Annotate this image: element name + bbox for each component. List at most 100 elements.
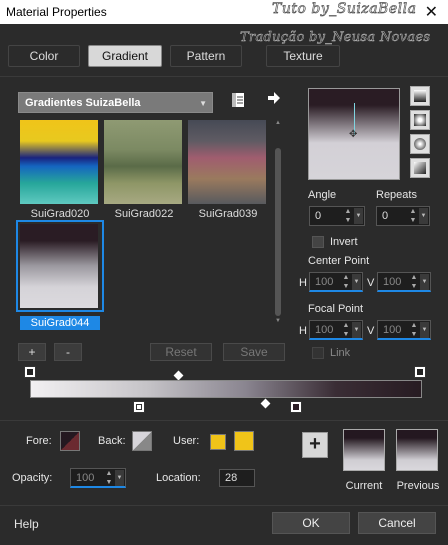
help-link[interactable]: Help <box>14 517 39 531</box>
chevron-down-icon[interactable]: ▼ <box>420 322 429 338</box>
radial-style-icon[interactable] <box>410 158 430 178</box>
stop-marker <box>136 404 142 410</box>
tab-divider <box>0 76 448 77</box>
opacity-spinner[interactable]: 100 ▲ ▼ ▼ <box>70 468 126 488</box>
fore-color-swatch[interactable] <box>60 431 80 451</box>
opacity-label: Opacity: <box>12 472 53 484</box>
chevron-down-icon: ▼ <box>199 99 207 108</box>
opacity-value: 100 <box>76 472 95 484</box>
spin-arrows-icon[interactable]: ▲ ▼ <box>410 321 418 339</box>
swatch-scroll-thumb[interactable] <box>275 148 281 316</box>
focal-point-label: Focal Point <box>308 303 364 315</box>
chevron-down-icon[interactable]: ▼ <box>115 470 124 486</box>
window-title: Material Properties <box>6 5 107 19</box>
link-label: Link <box>330 347 351 359</box>
gradient-thumbnail <box>188 120 266 204</box>
gradient-library-dropdown[interactable]: Gradientes SuizaBella ▼ <box>18 92 213 113</box>
stop-marker <box>27 369 33 375</box>
swatch-suigrad020[interactable]: SuiGrad020 <box>20 120 100 220</box>
chevron-down-icon[interactable]: ▼ <box>419 208 428 224</box>
center-h-spinner[interactable]: 100 ▲ ▼ ▼ <box>309 272 363 292</box>
previous-label: Previous <box>396 480 440 492</box>
previous-gradient-swatch[interactable] <box>396 429 438 471</box>
gradient-preview[interactable]: ✥ <box>308 88 400 180</box>
spin-arrows-icon[interactable]: ▲ ▼ <box>342 321 350 339</box>
center-v-label: V <box>367 277 375 289</box>
gradient-library-label: Gradientes SuizaBella <box>25 97 141 109</box>
gradient-thumbnail <box>20 224 98 308</box>
rectangular-style-icon[interactable] <box>410 110 430 130</box>
fore-label: Fore: <box>26 435 52 447</box>
spin-arrows-icon[interactable]: ▲ ▼ <box>410 273 418 291</box>
focal-v-spinner[interactable]: 100 ▲ ▼ ▼ <box>377 320 431 340</box>
swatch-label: SuiGrad039 <box>198 208 258 220</box>
invert-checkbox[interactable] <box>312 236 324 248</box>
library-menu-icon[interactable] <box>229 92 247 112</box>
gradient-thumbnail <box>104 120 182 204</box>
user-color-swatch[interactable] <box>234 431 254 451</box>
add-to-swatches-button[interactable]: + <box>302 432 328 458</box>
spin-arrows-icon[interactable]: ▲ ▼ <box>342 273 350 291</box>
add-swatch-button[interactable]: + <box>18 343 46 361</box>
close-button[interactable]: ✕ <box>425 2 438 22</box>
spin-arrows-icon[interactable]: ▲ ▼ <box>409 207 417 225</box>
repeats-spinner[interactable]: 0 ▲ ▼ ▼ <box>376 206 430 226</box>
sunburst-style-icon[interactable] <box>410 134 430 154</box>
center-h-label: H <box>299 277 307 289</box>
title-bar: Material Properties Tuto by_SuizaBella ✕ <box>0 0 448 24</box>
tab-color[interactable]: Color <box>8 45 80 67</box>
repeats-label: Repeats <box>376 189 417 201</box>
arrow-right-icon[interactable] <box>265 90 283 110</box>
location-input[interactable]: 28 <box>219 469 255 487</box>
angle-label: Angle <box>308 189 337 201</box>
save-button[interactable]: Save <box>223 343 285 361</box>
tab-texture[interactable]: Texture <box>266 45 340 67</box>
chevron-down-icon[interactable]: ▼ <box>354 208 363 224</box>
color-stop-left[interactable] <box>133 401 145 413</box>
swatch-suigrad044[interactable]: SuiGrad044 <box>16 220 104 330</box>
opacity-midpoint[interactable] <box>173 370 184 381</box>
user-label: User: <box>173 435 200 447</box>
chevron-down-icon[interactable]: ▼ <box>352 322 361 338</box>
location-label: Location: <box>156 472 201 484</box>
scroll-up-icon[interactable]: ▲ <box>274 120 282 126</box>
link-checkbox[interactable] <box>312 347 324 359</box>
reset-button[interactable]: Reset <box>150 343 212 361</box>
chevron-down-icon[interactable]: ▼ <box>420 274 429 290</box>
angle-spinner[interactable]: 0 ▲ ▼ ▼ <box>309 206 365 226</box>
swatch-label: SuiGrad020 <box>30 208 90 220</box>
spin-arrows-icon[interactable]: ▲ ▼ <box>344 207 352 225</box>
spin-arrows-icon[interactable]: ▲ ▼ <box>105 469 113 487</box>
color-stop-right[interactable] <box>290 401 302 413</box>
invert-label: Invert <box>330 236 358 248</box>
gradient-editor-bar[interactable] <box>30 380 422 398</box>
cancel-button[interactable]: Cancel <box>358 512 436 534</box>
center-h-value: 100 <box>315 276 334 288</box>
gradient-swatch-grid: SuiGrad020 SuiGrad022 SuiGrad039 SuiGrad… <box>16 120 272 330</box>
watermark-translation: Tradução by_Neusa Novaes <box>240 30 431 46</box>
tab-pattern[interactable]: Pattern <box>170 45 242 67</box>
angle-value: 0 <box>315 210 322 222</box>
ok-button[interactable]: OK <box>272 512 350 534</box>
opacity-stop-left[interactable] <box>24 366 36 378</box>
gradient-thumbnail <box>20 120 98 204</box>
remove-swatch-button[interactable]: - <box>54 343 82 361</box>
back-label: Back: <box>98 435 126 447</box>
back-color-swatch[interactable] <box>132 431 152 451</box>
focal-h-spinner[interactable]: 100 ▲ ▼ ▼ <box>309 320 363 340</box>
focal-h-label: H <box>299 325 307 337</box>
center-v-value: 100 <box>383 276 402 288</box>
chevron-down-icon[interactable]: ▼ <box>352 274 361 290</box>
scroll-down-icon[interactable]: ▼ <box>274 318 282 324</box>
section-divider <box>0 420 448 421</box>
user-color-small[interactable] <box>210 434 226 450</box>
tab-gradient[interactable]: Gradient <box>88 45 162 67</box>
color-midpoint[interactable] <box>260 398 271 409</box>
opacity-stop-right[interactable] <box>414 366 426 378</box>
swatch-suigrad039[interactable]: SuiGrad039 <box>188 120 268 220</box>
center-v-spinner[interactable]: 100 ▲ ▼ ▼ <box>377 272 431 292</box>
linear-style-icon[interactable] <box>410 86 430 106</box>
angle-knob-icon[interactable]: ✥ <box>349 129 357 140</box>
swatch-suigrad022[interactable]: SuiGrad022 <box>104 120 184 220</box>
current-gradient-swatch[interactable] <box>343 429 385 471</box>
